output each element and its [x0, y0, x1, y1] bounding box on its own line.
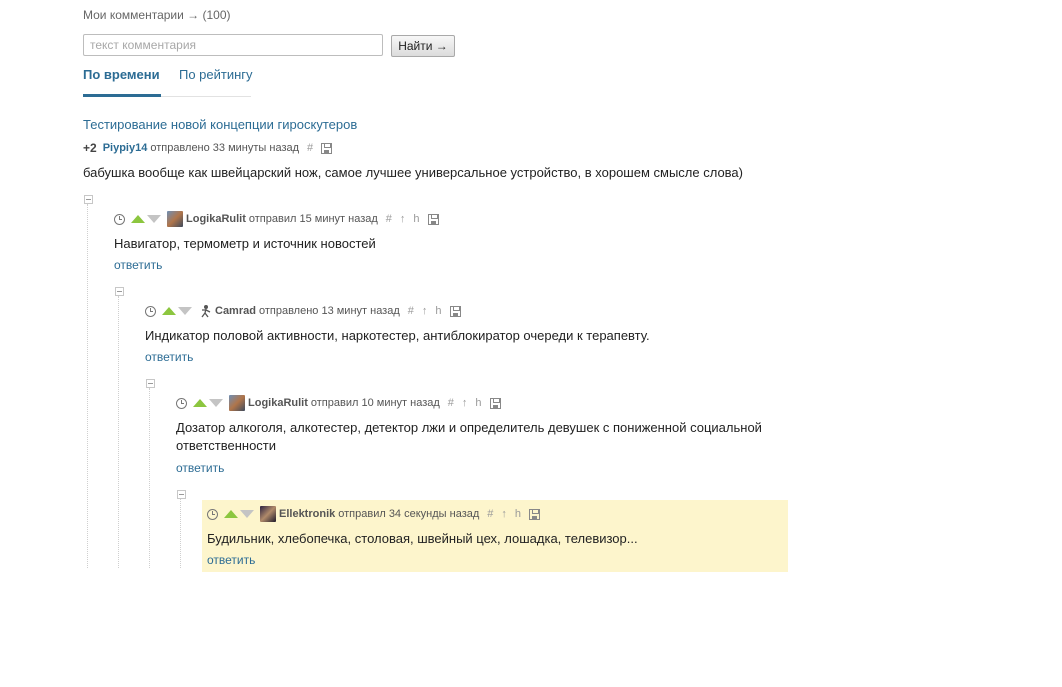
- tab-by-rating[interactable]: По рейтингу: [179, 67, 253, 97]
- collapse-toggle[interactable]: [84, 195, 93, 204]
- parent-arrow-icon[interactable]: ↑: [462, 396, 468, 410]
- comment-author-link[interactable]: Piypiy14: [103, 142, 148, 154]
- upvote-icon[interactable]: [162, 307, 176, 315]
- upvote-icon[interactable]: [131, 215, 145, 223]
- comment-text: Индикатор половой активности, наркотесте…: [145, 328, 650, 343]
- avatar: [167, 211, 183, 227]
- downvote-icon[interactable]: [240, 510, 254, 518]
- comment-time: отправил 34 секунды назад: [338, 508, 480, 520]
- comment-author-link[interactable]: Ellektronik: [279, 508, 335, 520]
- branch-icon[interactable]: h: [435, 304, 441, 318]
- hash-icon[interactable]: #: [408, 304, 414, 318]
- save-icon[interactable]: [427, 213, 439, 225]
- comment-author-link[interactable]: LogikaRulit: [186, 213, 246, 225]
- parent-arrow-icon[interactable]: ↑: [422, 304, 428, 318]
- downvote-icon[interactable]: [209, 399, 223, 407]
- downvote-icon[interactable]: [178, 307, 192, 315]
- comment-time: отправлено 13 минут назад: [258, 305, 400, 317]
- comment-meta: Ellektronik отправил 34 секунды назад # …: [207, 506, 546, 522]
- post-title-link[interactable]: Тестирование новой концепции гироскутеро…: [83, 117, 357, 132]
- hash-icon[interactable]: #: [448, 396, 454, 410]
- reply-link[interactable]: ответить: [114, 258, 162, 272]
- comment-text-line-1: Дозатор алкоголя, алкотестер, детектор л…: [176, 420, 762, 435]
- save-icon[interactable]: [321, 142, 333, 154]
- root-comment-text: бабушка вообще как швейцарский нож, само…: [83, 165, 743, 180]
- sort-tabs: По времени По рейтингу: [83, 67, 253, 97]
- comment-search-input[interactable]: [83, 34, 383, 56]
- collapse-toggle[interactable]: [115, 287, 124, 296]
- upvote-icon[interactable]: [193, 399, 207, 407]
- tab-by-time[interactable]: По времени: [83, 67, 161, 97]
- avatar: [260, 506, 276, 522]
- collapse-toggle[interactable]: [146, 379, 155, 388]
- parent-arrow-icon[interactable]: ↑: [501, 507, 507, 521]
- search-button[interactable]: Найти →: [391, 35, 455, 57]
- hash-icon[interactable]: #: [487, 507, 493, 521]
- branch-icon[interactable]: h: [413, 212, 419, 226]
- reply-link[interactable]: ответить: [207, 553, 255, 567]
- comment-score: +2: [83, 141, 97, 155]
- my-comments-header: Мои комментарии → (100): [83, 8, 231, 22]
- reply-link[interactable]: ответить: [176, 461, 224, 475]
- comment-meta: LogikaRulit отправил 10 минут назад # ↑ …: [176, 395, 507, 411]
- clock-icon: [207, 508, 218, 520]
- save-icon[interactable]: [489, 397, 501, 409]
- thread-line: [87, 204, 88, 568]
- clock-icon: [145, 305, 156, 317]
- reply-link[interactable]: ответить: [145, 350, 193, 364]
- avatar: [201, 305, 211, 318]
- comment-text: Навигатор, термометр и источник новостей: [114, 236, 376, 251]
- save-icon[interactable]: [449, 305, 461, 317]
- thread-line: [180, 499, 181, 568]
- upvote-icon[interactable]: [224, 510, 238, 518]
- parent-arrow-icon[interactable]: ↑: [400, 212, 406, 226]
- comment-time: отправил 10 минут назад: [310, 397, 440, 409]
- comment-author-link[interactable]: LogikaRulit: [248, 397, 308, 409]
- thread-line: [149, 388, 150, 568]
- branch-icon[interactable]: h: [475, 396, 481, 410]
- comment-time: отправлено 33 минуты назад: [150, 142, 300, 154]
- save-icon[interactable]: [529, 508, 541, 520]
- comment-meta: LogikaRulit отправил 15 минут назад # ↑ …: [114, 211, 445, 227]
- downvote-icon[interactable]: [147, 215, 161, 223]
- comment-text-line-2: ответственности: [176, 438, 277, 453]
- root-comment-meta: +2 Piypiy14 отправлено 33 минуты назад #: [83, 140, 338, 156]
- comment-meta: Camrad отправлено 13 минут назад # ↑ h: [145, 303, 467, 319]
- collapse-toggle[interactable]: [177, 490, 186, 499]
- thread-line: [118, 296, 119, 568]
- clock-icon: [114, 213, 125, 225]
- hash-icon[interactable]: #: [307, 141, 313, 155]
- clock-icon: [176, 397, 187, 409]
- comment-text: Будильник, хлебопечка, столовая, швейный…: [207, 531, 638, 546]
- comment-time: отправил 15 минут назад: [248, 213, 378, 225]
- comment-author-link[interactable]: Camrad: [215, 305, 256, 317]
- avatar: [229, 395, 245, 411]
- hash-icon[interactable]: #: [386, 212, 392, 226]
- branch-icon[interactable]: h: [515, 507, 521, 521]
